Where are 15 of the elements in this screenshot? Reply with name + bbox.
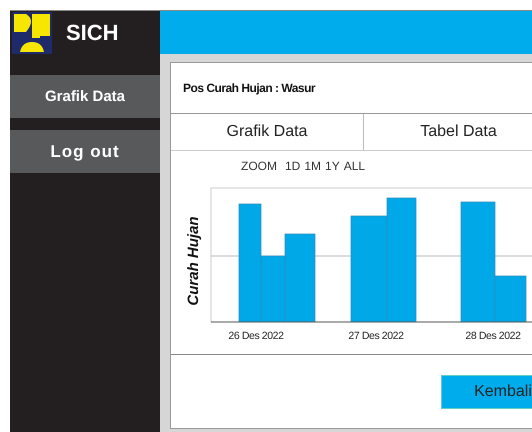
sidebar-button[interactable]: Log out: [10, 130, 160, 173]
axis-label: 27 Des 2022: [348, 330, 404, 342]
axis-title: Curah Hujan: [185, 216, 202, 306]
logo-icon: [12, 12, 52, 54]
range-button[interactable]: ALL: [344, 159, 366, 173]
back-button[interactable]: Kembali: [441, 374, 532, 408]
app-name: SICH: [66, 20, 119, 46]
range-button[interactable]: 1Y: [325, 159, 340, 173]
range-button[interactable]: 1M: [304, 159, 322, 173]
zoom-label: ZOOM: [241, 159, 277, 173]
sidebar-button[interactable]: Grafik Data: [10, 75, 160, 118]
station-title: Pos Curah Hujan : Wasur: [183, 81, 316, 95]
range-button[interactable]: 1D: [285, 159, 300, 173]
axis-label: 28 Des 2022: [465, 330, 521, 342]
axis-label: 26 Des 2022: [228, 330, 284, 342]
